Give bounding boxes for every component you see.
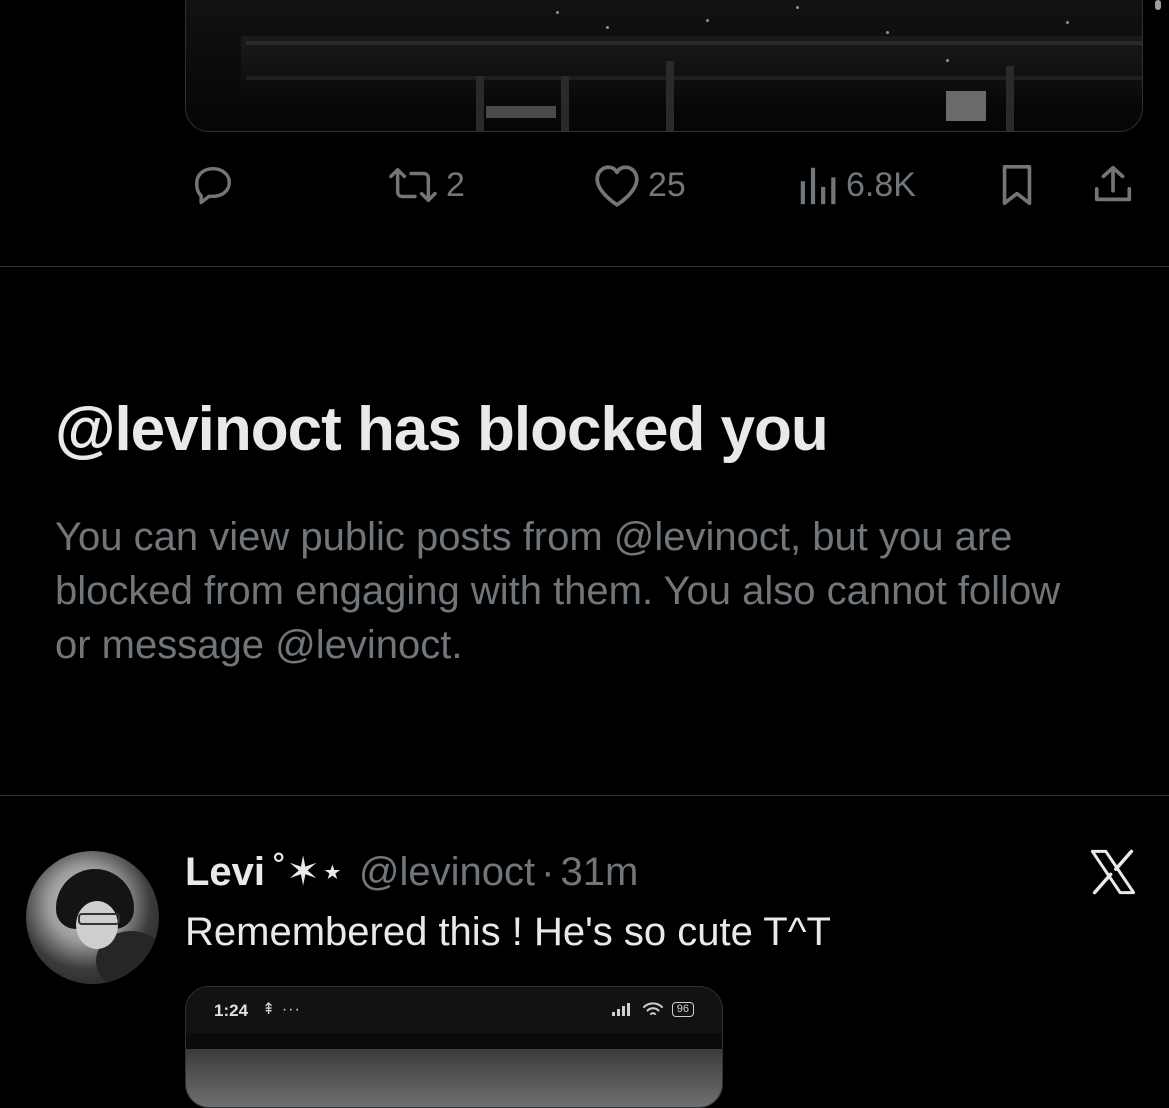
bookmark-icon	[1002, 164, 1032, 206]
media-window	[486, 106, 556, 118]
views-count: 6.8K	[846, 166, 916, 204]
blocked-title: @levinoct has blocked you	[55, 395, 829, 464]
retweet-count: 2	[446, 166, 465, 204]
avatar-detail	[78, 913, 120, 925]
retweet-icon	[389, 167, 437, 203]
tweet-action-bar: 2 25 6.8K	[0, 150, 1169, 220]
media-rail	[246, 41, 1142, 45]
signal-icon	[611, 1003, 630, 1016]
like-count: 25	[648, 166, 686, 204]
reply-button[interactable]	[190, 162, 236, 208]
media-light	[796, 6, 799, 9]
divider	[0, 266, 1169, 267]
media-light	[706, 19, 709, 22]
share-button[interactable]	[1090, 162, 1136, 208]
avatar[interactable]	[26, 851, 159, 984]
tweet-media-screenshot[interactable]: 1:24 ⇞ ··· 96	[185, 986, 723, 1108]
tweet-time[interactable]: 31m	[560, 848, 638, 896]
user-handle[interactable]: @levinoct	[359, 848, 535, 896]
like-button[interactable]: 25	[592, 162, 686, 208]
retweet-button[interactable]: 2	[386, 162, 465, 208]
status-extra: ⇞ ···	[262, 1001, 301, 1018]
display-name[interactable]: Levi	[185, 848, 265, 896]
name-decoration: ˚✶⋆	[273, 850, 345, 894]
media-light	[606, 26, 609, 29]
previous-tweet-media[interactable]	[185, 0, 1143, 132]
divider	[0, 795, 1169, 796]
media-light	[556, 11, 559, 14]
reply-icon	[194, 166, 232, 205]
x-logo-icon[interactable]	[1086, 846, 1140, 898]
media-light	[1066, 21, 1069, 24]
media-light	[886, 31, 889, 34]
media-post	[561, 76, 569, 131]
bookmark-button[interactable]	[996, 162, 1038, 208]
scroll-indicator[interactable]	[1155, 0, 1161, 10]
heart-icon	[595, 165, 639, 207]
media-post	[1006, 66, 1014, 131]
blocked-description: You can view public posts from @levinoct…	[55, 515, 1061, 667]
battery-indicator: 96	[671, 1001, 694, 1017]
screenshot-content	[186, 1049, 722, 1107]
tweet-text: Remembered this ! He's so cute T^T	[185, 910, 831, 954]
views-icon	[800, 167, 836, 205]
tweet-header: Levi ˚✶⋆ @levinoct · 31m	[185, 848, 638, 896]
media-window	[946, 91, 986, 121]
status-indicators: 96	[611, 1001, 694, 1017]
media-light	[946, 59, 949, 62]
status-time: 1:24	[214, 1001, 249, 1020]
wifi-icon	[642, 1002, 663, 1015]
media-post	[476, 76, 484, 131]
avatar-detail	[76, 901, 118, 949]
media-post	[666, 61, 674, 131]
views-button[interactable]: 6.8K	[796, 162, 916, 208]
phone-status-bar: 1:24 ⇞ ··· 96	[186, 987, 722, 1033]
share-icon	[1094, 165, 1132, 202]
separator: ·	[541, 850, 555, 894]
